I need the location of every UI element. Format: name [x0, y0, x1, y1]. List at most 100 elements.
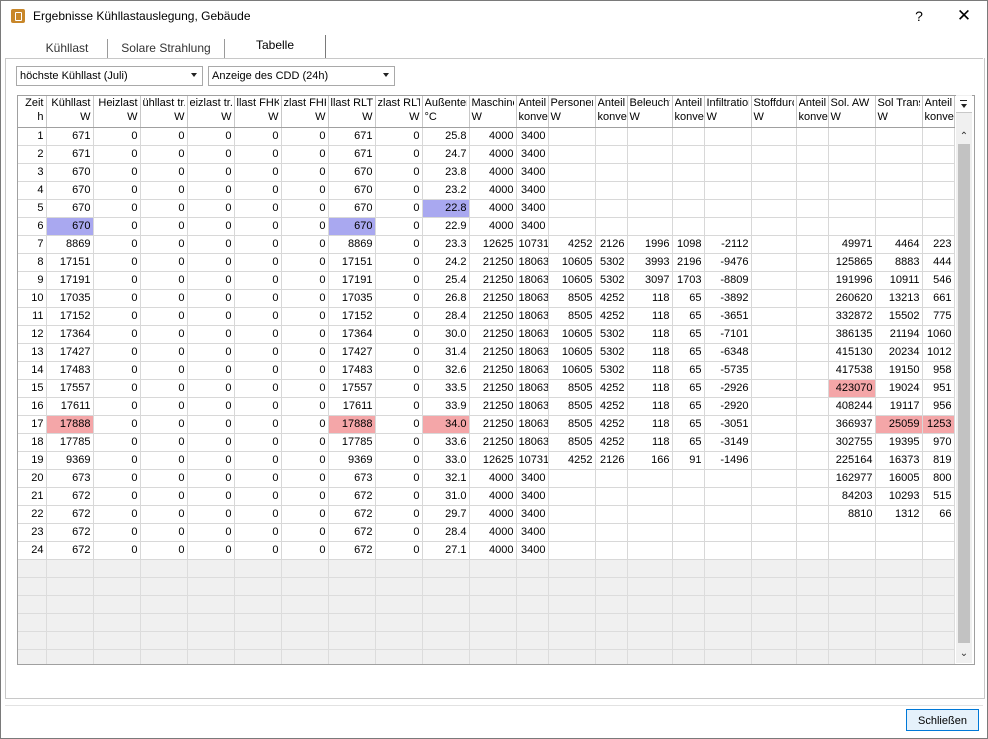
table-cell[interactable]: 24.7	[422, 145, 470, 164]
table-cell[interactable]	[595, 217, 628, 236]
table-cell[interactable]: 10731	[516, 451, 549, 470]
table-cell[interactable]	[672, 505, 705, 524]
table-cell[interactable]: 0	[375, 199, 423, 218]
table-cell[interactable]: 0	[234, 307, 282, 326]
table-cell[interactable]: 23.2	[422, 181, 470, 200]
table-cell[interactable]	[672, 127, 705, 146]
table-cell[interactable]: 19	[18, 451, 47, 470]
table-cell[interactable]: 0	[234, 163, 282, 182]
table-cell[interactable]: 17	[18, 415, 47, 434]
table-row[interactable]: 20 673 0 0 0 0 0 673 0 32.1 4000 3400 162977 16005 800	[18, 469, 955, 488]
table-cell[interactable]: 10605	[548, 271, 596, 290]
table-cell[interactable]: 0	[281, 217, 329, 236]
table-cell[interactable]: 8505	[548, 307, 596, 326]
table-cell[interactable]	[672, 145, 705, 164]
table-cell[interactable]	[751, 289, 797, 308]
table-row[interactable]: 4 670 0 0 0 0 0 670 0 23.2 4000 3400	[18, 181, 955, 200]
table-cell[interactable]: 3400	[516, 469, 549, 488]
table-cell[interactable]: 25.8	[422, 127, 470, 146]
tab-tabelle[interactable]: Tabelle	[225, 35, 326, 59]
table-cell[interactable]: 0	[93, 505, 141, 524]
table-cell[interactable]: 10605	[548, 253, 596, 272]
table-cell[interactable]: 18063	[516, 325, 549, 344]
table-cell[interactable]	[796, 487, 829, 506]
table-cell[interactable]: 65	[672, 343, 705, 362]
column-header[interactable]: Maschine W	[469, 96, 517, 128]
table-cell[interactable]	[796, 145, 829, 164]
table-cell[interactable]	[796, 523, 829, 542]
table-cell[interactable]	[672, 523, 705, 542]
table-cell[interactable]: 28.4	[422, 307, 470, 326]
table-cell[interactable]	[751, 307, 797, 326]
table-row[interactable]: 22 672 0 0 0 0 0 672 0 29.7 4000 3400 8810 1312 66	[18, 505, 955, 524]
table-cell[interactable]: 0	[187, 181, 235, 200]
table-cell[interactable]: 3400	[516, 487, 549, 506]
table-cell[interactable]: 29.7	[422, 505, 470, 524]
table-cell[interactable]: 3400	[516, 505, 549, 524]
table-cell[interactable]: 0	[187, 127, 235, 146]
table-cell[interactable]: 0	[187, 361, 235, 380]
table-cell[interactable]	[672, 469, 705, 488]
table-cell[interactable]	[704, 505, 752, 524]
table-cell[interactable]: 17483	[46, 361, 94, 380]
table-row[interactable]: 8 17151 0 0 0 0 0 17151 0 24.2 21250 18063 10605 5302…	[18, 253, 955, 272]
table-cell[interactable]: 30.0	[422, 325, 470, 344]
table-cell[interactable]: 0	[93, 379, 141, 398]
table-cell[interactable]	[704, 163, 752, 182]
table-cell[interactable]: 0	[93, 289, 141, 308]
table-cell[interactable]: 2126	[595, 451, 628, 470]
table-cell[interactable]: 0	[375, 181, 423, 200]
table-cell[interactable]: 670	[46, 199, 94, 218]
table-row[interactable]: 15 17557 0 0 0 0 0 17557 0 33.5 21250 18063 8505 4252…	[18, 379, 955, 398]
table-cell[interactable]: 0	[93, 469, 141, 488]
table-cell[interactable]: 0	[187, 307, 235, 326]
table-cell[interactable]: 10	[18, 289, 47, 308]
table-cell[interactable]: 673	[46, 469, 94, 488]
table-cell[interactable]	[796, 451, 829, 470]
table-cell[interactable]	[828, 217, 876, 236]
column-header[interactable]: Zeit h	[18, 96, 47, 128]
table-cell[interactable]: 0	[375, 235, 423, 254]
table-row[interactable]: 3 670 0 0 0 0 0 670 0 23.8 4000 3400	[18, 163, 955, 182]
tab-solare-strahlung[interactable]: Solare Strahlung	[108, 39, 225, 59]
table-row[interactable]: 16 17611 0 0 0 0 0 17611 0 33.9 21250 18063 8505 4252…	[18, 397, 955, 416]
table-cell[interactable]: 672	[328, 487, 376, 506]
table-cell[interactable]	[704, 469, 752, 488]
table-cell[interactable]	[704, 217, 752, 236]
table-cell[interactable]: 21250	[469, 325, 517, 344]
table-cell[interactable]: 0	[187, 235, 235, 254]
table-cell[interactable]: 672	[46, 541, 94, 560]
table-cell[interactable]: 3400	[516, 541, 549, 560]
table-cell[interactable]: 0	[281, 415, 329, 434]
table-cell[interactable]: 673	[328, 469, 376, 488]
table-cell[interactable]: 672	[46, 523, 94, 542]
table-cell[interactable]: 4000	[469, 541, 517, 560]
table-cell[interactable]: 672	[46, 487, 94, 506]
table-cell[interactable]	[796, 505, 829, 524]
table-cell[interactable]: 65	[672, 289, 705, 308]
table-cell[interactable]: 0	[234, 289, 282, 308]
table-cell[interactable]: 546	[922, 271, 955, 290]
table-cell[interactable]	[922, 217, 955, 236]
table-cell[interactable]: 0	[93, 199, 141, 218]
table-cell[interactable]	[922, 127, 955, 146]
table-cell[interactable]: 65	[672, 325, 705, 344]
table-cell[interactable]: -8809	[704, 271, 752, 290]
table-cell[interactable]	[751, 181, 797, 200]
table-cell[interactable]	[796, 307, 829, 326]
table-cell[interactable]: 4252	[548, 235, 596, 254]
table-cell[interactable]: 8505	[548, 397, 596, 416]
table-cell[interactable]: 0	[375, 397, 423, 416]
table-cell[interactable]	[796, 253, 829, 272]
table-cell[interactable]: 4000	[469, 487, 517, 506]
table-cell[interactable]: 0	[93, 181, 141, 200]
table-cell[interactable]	[751, 217, 797, 236]
table-cell[interactable]: 0	[375, 163, 423, 182]
column-header[interactable]: Personen W	[548, 96, 596, 128]
table-cell[interactable]: 0	[187, 415, 235, 434]
table-cell[interactable]: 4252	[595, 397, 628, 416]
table-cell[interactable]: 118	[627, 379, 673, 398]
table-cell[interactable]: 0	[375, 271, 423, 290]
table-cell[interactable]: 118	[627, 415, 673, 434]
table-cell[interactable]: 4000	[469, 163, 517, 182]
